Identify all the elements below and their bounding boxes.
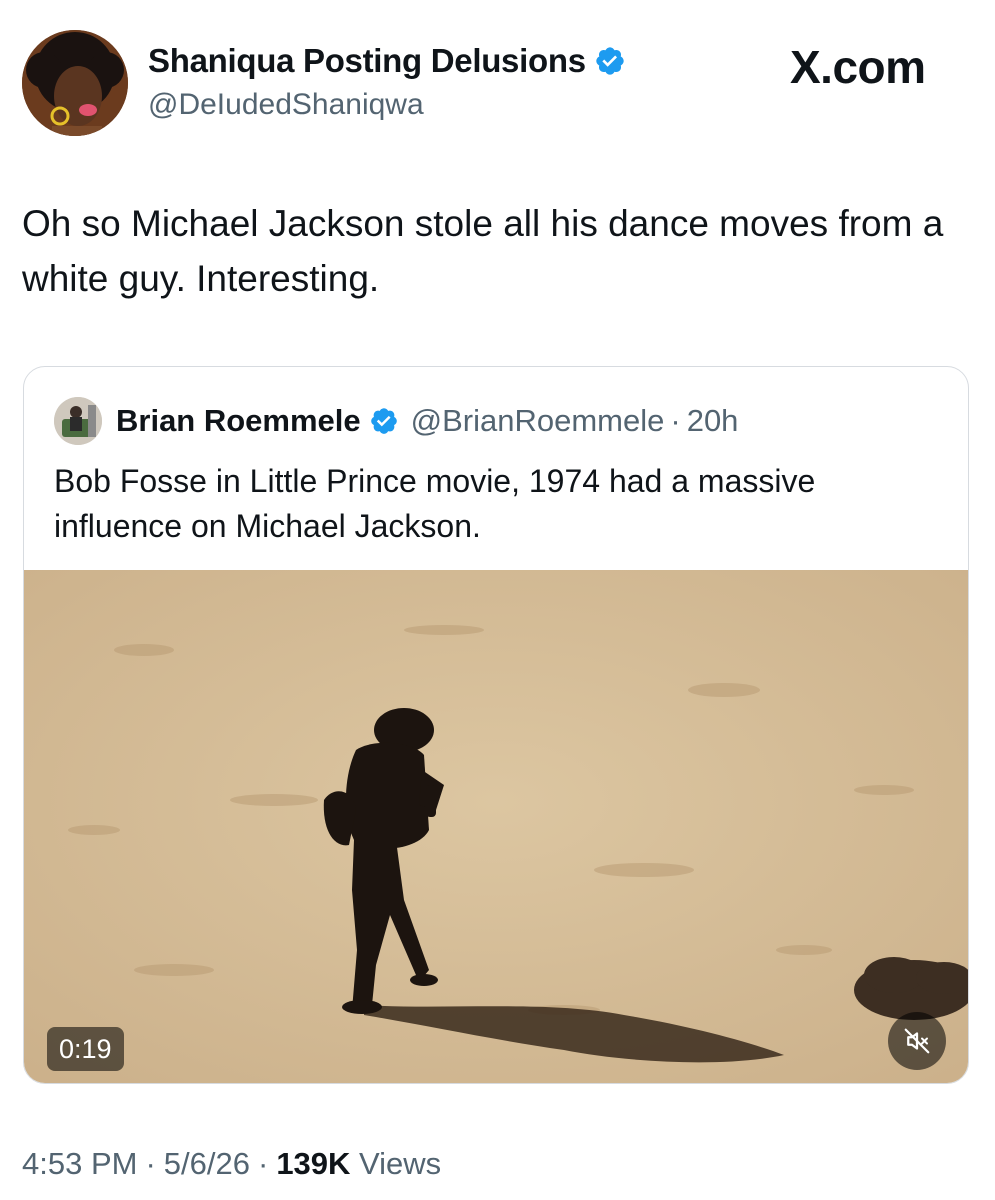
avatar-illustration [22, 30, 128, 136]
meta-separator: · [257, 1146, 269, 1181]
quoted-handle[interactable]: @BrianRoemmele [411, 403, 665, 439]
quoted-display-name[interactable]: Brian Roemmele [116, 403, 361, 439]
quoted-tweet-header: Brian Roemmele @BrianRoemmele · 20h [54, 397, 738, 445]
video-player[interactable]: 0:19 [24, 570, 968, 1083]
avatar[interactable] [22, 30, 128, 136]
views-label: Views [359, 1146, 442, 1181]
video-frame [24, 570, 968, 1083]
video-duration: 0:19 [47, 1027, 124, 1071]
meta-separator: · [145, 1146, 156, 1181]
quoted-tweet-card[interactable]: Brian Roemmele @BrianRoemmele · 20h Bob … [23, 366, 969, 1084]
quoted-timestamp[interactable]: 20h [687, 403, 739, 439]
author-name-row: Shaniqua Posting Delusions [148, 42, 626, 80]
views-count[interactable]: 139K [276, 1146, 350, 1181]
quoted-avatar[interactable] [54, 397, 102, 445]
tweet-metadata: 4:53 PM · 5/6/26 · 139K Views [22, 1146, 441, 1182]
verified-badge-icon [596, 47, 624, 75]
post-time[interactable]: 4:53 PM [22, 1146, 137, 1181]
speaker-muted-icon [904, 1028, 930, 1054]
brand-logo: X.com [790, 41, 926, 93]
quoted-separator: · [670, 403, 681, 438]
author-handle[interactable]: @DeIudedShaniqwa [148, 88, 424, 122]
quoted-avatar-illustration [54, 397, 102, 445]
quoted-tweet-text: Bob Fosse in Little Prince movie, 1974 h… [54, 463, 816, 544]
post-date[interactable]: 5/6/26 [164, 1146, 250, 1181]
mute-toggle-button[interactable] [888, 1012, 946, 1070]
author-display-name[interactable]: Shaniqua Posting Delusions [148, 42, 586, 80]
quoted-verified-badge-icon [370, 408, 397, 434]
tweet-text: Oh so Michael Jackson stole all his danc… [22, 203, 944, 299]
